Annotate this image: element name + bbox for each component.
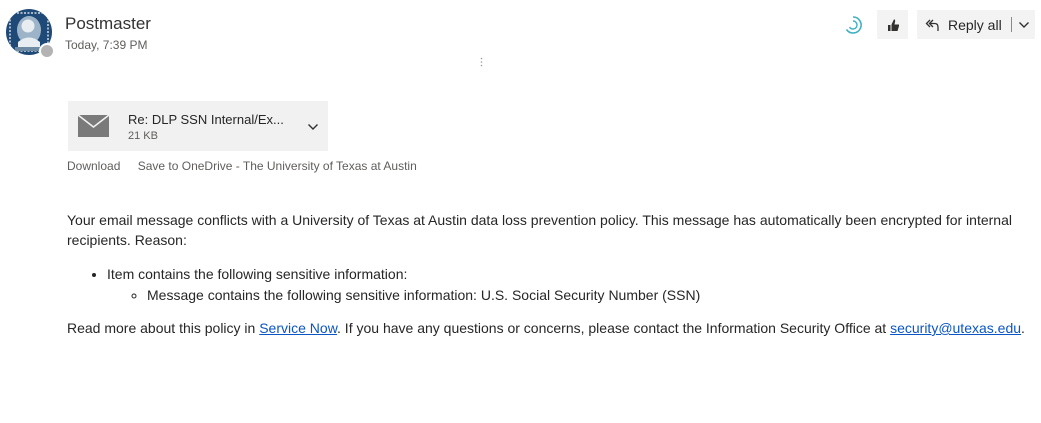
chevron-down-icon[interactable] [1017, 18, 1031, 32]
attachment-name: Re: DLP SSN Internal/Ex... [128, 112, 284, 127]
message-body: Your email message conflicts with a Univ… [67, 210, 1027, 338]
security-email-link[interactable]: security@utexas.edu [890, 320, 1021, 336]
footer-middle: . If you have any questions or concerns,… [337, 320, 891, 336]
like-button[interactable] [877, 10, 908, 39]
footer-prefix: Read more about this policy in [67, 320, 260, 336]
chevron-down-icon[interactable] [306, 120, 320, 134]
service-now-link[interactable]: Service Now [259, 320, 337, 336]
footer-suffix: . [1021, 320, 1025, 336]
reason-list: Item contains the following sensitive in… [67, 264, 1027, 305]
attachment-size: 21 KB [128, 130, 158, 142]
loading-icon [842, 14, 864, 36]
reason-bullet-text: Item contains the following sensitive in… [107, 266, 408, 282]
body-footer: Read more about this policy in Service N… [67, 318, 1027, 338]
reply-all-label: Reply all [948, 16, 1002, 33]
download-link[interactable]: Download [67, 159, 120, 173]
reason-sub-bullet-text: Message contains the following sensitive… [147, 287, 701, 303]
presence-status-indicator [39, 43, 55, 59]
attachment-card[interactable]: Re: DLP SSN Internal/Ex... 21 KB [68, 101, 328, 151]
message-timestamp: Today, 7:39 PM [65, 38, 148, 52]
attachment-actions: Download Save to OneDrive - The Universi… [67, 159, 417, 173]
button-divider [1010, 17, 1012, 32]
reason-sublist: Message contains the following sensitive… [107, 285, 1027, 305]
list-item: Item contains the following sensitive in… [107, 264, 1027, 305]
reply-all-icon [924, 17, 940, 33]
like-icon [887, 18, 899, 31]
reply-all-button[interactable]: Reply all [917, 10, 1035, 39]
body-intro: Your email message conflicts with a Univ… [67, 212, 1012, 248]
resize-handle-icon[interactable] [480, 57, 483, 67]
save-to-onedrive-link[interactable]: Save to OneDrive - The University of Tex… [138, 159, 417, 173]
list-item: Message contains the following sensitive… [147, 285, 1027, 305]
mail-icon [78, 115, 109, 137]
sender-name[interactable]: Postmaster [65, 14, 151, 34]
